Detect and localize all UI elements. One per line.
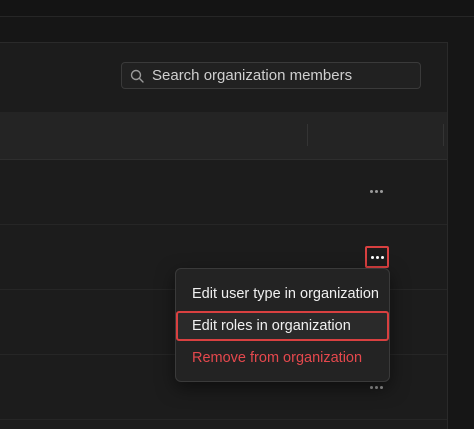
more-horizontal-icon[interactable] bbox=[365, 246, 389, 268]
row-actions-menu: Edit user type in organization Edit role… bbox=[175, 268, 390, 382]
menu-item-remove-from-organization[interactable]: Remove from organization bbox=[176, 343, 389, 373]
search-input[interactable] bbox=[152, 63, 412, 88]
search-box[interactable] bbox=[121, 62, 421, 89]
menu-item-edit-user-type[interactable]: Edit user type in organization bbox=[176, 279, 389, 309]
menu-item-edit-roles[interactable]: Edit roles in organization bbox=[176, 311, 389, 341]
table-header bbox=[0, 112, 447, 160]
column-divider bbox=[307, 124, 308, 146]
table-row bbox=[0, 160, 447, 225]
column-divider bbox=[443, 124, 444, 146]
search-icon bbox=[130, 69, 144, 83]
top-bar bbox=[0, 0, 474, 17]
more-horizontal-icon[interactable] bbox=[365, 181, 387, 201]
